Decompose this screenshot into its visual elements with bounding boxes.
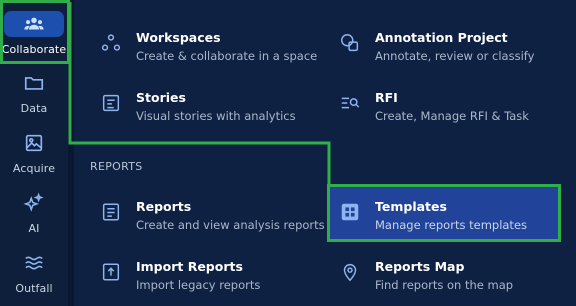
- menu-item-workspaces[interactable]: Workspaces Create & collaborate in a spa…: [100, 30, 317, 76]
- menu-item-templates[interactable]: Templates Manage reports templates: [339, 199, 527, 245]
- rail-label-outfall: Outfall: [15, 281, 53, 295]
- workspaces-title: Workspaces: [136, 30, 221, 45]
- rail-item-data[interactable]: Data: [0, 64, 68, 122]
- reports-map-title: Reports Map: [375, 259, 465, 274]
- menu-item-stories[interactable]: Stories Visual stories with analytics: [100, 90, 296, 136]
- annotation-title: Annotation Project: [375, 30, 508, 45]
- rfi-desc: Create, Manage RFI & Task: [375, 109, 529, 123]
- rail-item-ai[interactable]: AI: [0, 184, 68, 242]
- folder-icon: [24, 76, 44, 90]
- people-icon: [24, 17, 44, 29]
- reports-map-desc: Find reports on the map: [375, 278, 514, 292]
- stories-title: Stories: [136, 90, 186, 105]
- reports-desc: Create and view analysis reports: [136, 218, 325, 232]
- search-list-icon: [341, 97, 360, 109]
- import-reports-title: Import Reports: [136, 259, 243, 274]
- annotation-desc: Annotate, review or classify: [375, 49, 535, 63]
- upload-file-icon: [102, 263, 120, 281]
- rail-item-outfall[interactable]: Outfall: [0, 244, 68, 302]
- templates-title: Templates: [375, 199, 447, 214]
- templates-desc: Manage reports templates: [375, 218, 528, 232]
- workspaces-desc: Create & collaborate in a space: [136, 49, 318, 63]
- rail-active-indicator: [4, 10, 64, 37]
- image-icon: [25, 134, 43, 151]
- annotate-icon: [341, 34, 359, 52]
- story-icon: [102, 94, 120, 112]
- rail-label-ai: AI: [28, 221, 40, 235]
- import-reports-desc: Import legacy reports: [136, 278, 261, 292]
- rail-item-collaborate[interactable]: Collaborate: [0, 4, 68, 62]
- reports-title: Reports: [136, 199, 192, 214]
- menu-item-reports[interactable]: Reports Create and view analysis reports: [100, 199, 325, 245]
- rfi-title: RFI: [375, 90, 398, 105]
- stories-desc: Visual stories with analytics: [136, 109, 296, 123]
- map-pin-icon: [343, 264, 357, 282]
- menu-item-annotation-project[interactable]: Annotation Project Annotate, review or c…: [339, 30, 534, 76]
- side-rail: Collaborate Data Acquire AI Outfall: [0, 0, 68, 306]
- grid-icon: [341, 203, 359, 221]
- nodes-icon: [101, 34, 121, 51]
- waves-icon: [25, 256, 43, 269]
- rail-item-acquire[interactable]: Acquire: [0, 124, 68, 182]
- rail-label-acquire: Acquire: [12, 161, 56, 175]
- rail-label-data: Data: [20, 101, 48, 115]
- reports-section-label: REPORTS: [90, 160, 143, 173]
- report-icon: [102, 203, 120, 221]
- sparkle-icon: [23, 191, 44, 212]
- rail-label-collaborate: Collaborate: [1, 42, 67, 56]
- menu-item-reports-map[interactable]: Reports Map Find reports on the map: [339, 259, 513, 305]
- menu-item-rfi[interactable]: RFI Create, Manage RFI & Task: [339, 90, 529, 136]
- menu-item-import-reports[interactable]: Import Reports Import legacy reports: [100, 259, 260, 305]
